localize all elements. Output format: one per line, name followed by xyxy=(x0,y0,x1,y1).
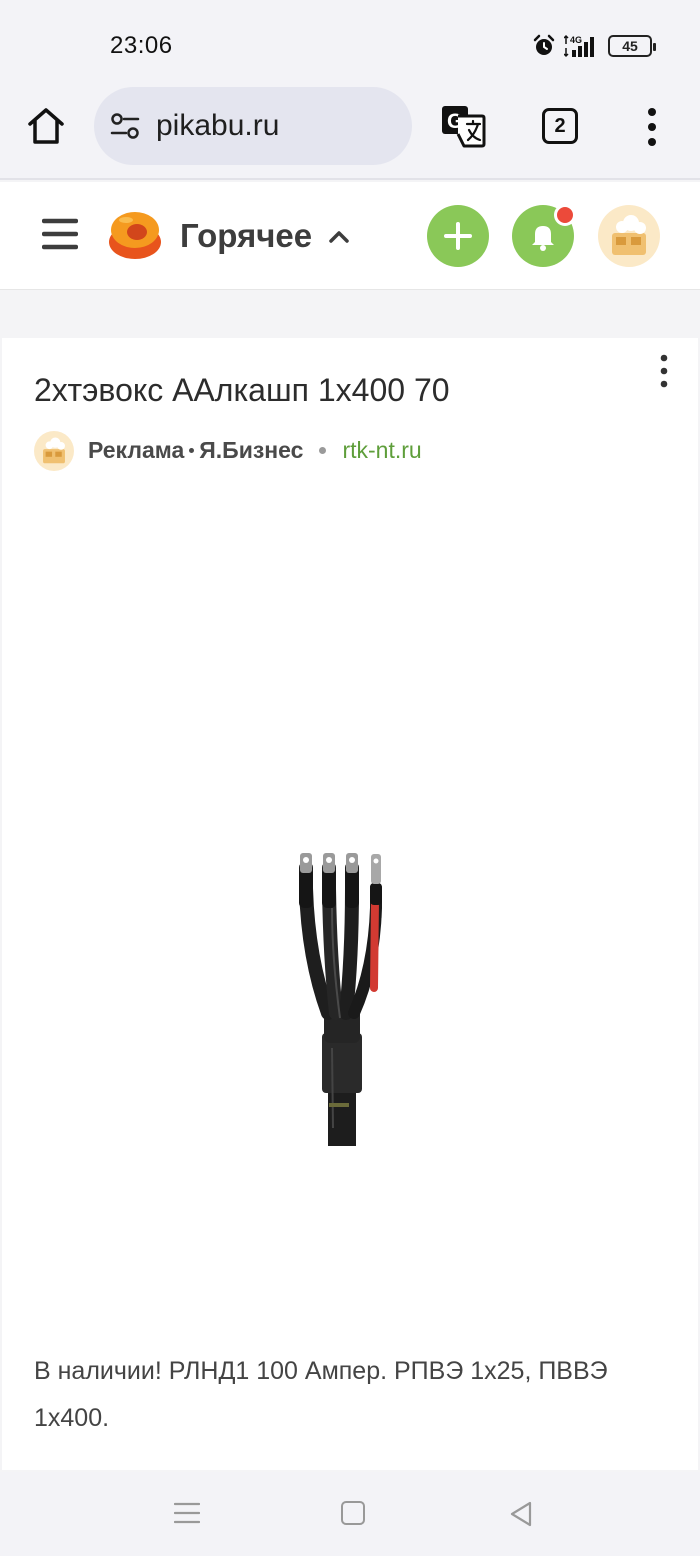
ad-description: В наличии! РЛНД1 100 Ампер. РПВЭ 1х25, П… xyxy=(34,1357,608,1432)
url-text: pikabu.ru xyxy=(156,109,280,142)
back-triangle-icon[interactable] xyxy=(508,1500,534,1528)
notification-badge xyxy=(554,204,576,226)
card-more-icon[interactable] xyxy=(654,354,674,388)
menu-icon[interactable] xyxy=(42,218,78,250)
home-icon[interactable] xyxy=(24,104,68,148)
feed-gap xyxy=(0,291,700,337)
chevron-up-icon[interactable] xyxy=(328,226,350,248)
status-icons: 4G 45 xyxy=(532,32,656,60)
separator-dot xyxy=(189,448,195,453)
section-title[interactable]: Горячее xyxy=(180,217,312,255)
signal-icon: 4G xyxy=(564,34,594,58)
plus-icon xyxy=(444,222,472,250)
separator-dot xyxy=(319,447,327,454)
tabs-button[interactable]: 2 xyxy=(542,108,578,144)
avatar-image xyxy=(612,215,646,255)
browser-toolbar: pikabu.ru G 2 xyxy=(0,70,700,180)
network-type: 4G xyxy=(570,35,582,45)
home-square-icon[interactable] xyxy=(341,1501,365,1525)
translate-icon[interactable]: G xyxy=(440,104,486,148)
avatar-image xyxy=(43,437,65,464)
ad-card[interactable]: 2хтэвокс ААлкашп 1х400 70 Реклама Я.Бизн… xyxy=(2,338,698,1470)
site-settings-icon[interactable] xyxy=(110,112,140,140)
advertiser-avatar xyxy=(34,431,74,471)
system-nav-bar xyxy=(0,1472,700,1556)
ad-label: Реклама xyxy=(88,437,185,463)
ad-title[interactable]: 2хтэвокс ААлкашп 1х400 70 xyxy=(34,372,450,409)
alarm-icon xyxy=(533,34,555,55)
status-time: 23:06 xyxy=(110,32,173,59)
add-post-button[interactable] xyxy=(427,205,489,267)
tab-count: 2 xyxy=(554,114,566,137)
avatar[interactable] xyxy=(598,205,660,267)
battery-level: 45 xyxy=(622,38,638,54)
advertiser-name[interactable]: Я.Бизнес xyxy=(199,437,303,464)
address-bar[interactable]: pikabu.ru xyxy=(94,87,412,165)
recents-icon[interactable] xyxy=(174,1502,200,1524)
more-vert-icon[interactable] xyxy=(640,106,664,148)
ad-domain[interactable]: rtk-nt.ru xyxy=(342,437,421,464)
ad-product-image[interactable] xyxy=(2,488,698,1318)
pikabu-logo[interactable] xyxy=(106,206,164,264)
battery-icon: 45 xyxy=(608,35,656,57)
site-header: Горячее xyxy=(0,182,700,290)
ad-meta: Реклама Я.Бизнес rtk-nt.ru xyxy=(88,437,422,464)
